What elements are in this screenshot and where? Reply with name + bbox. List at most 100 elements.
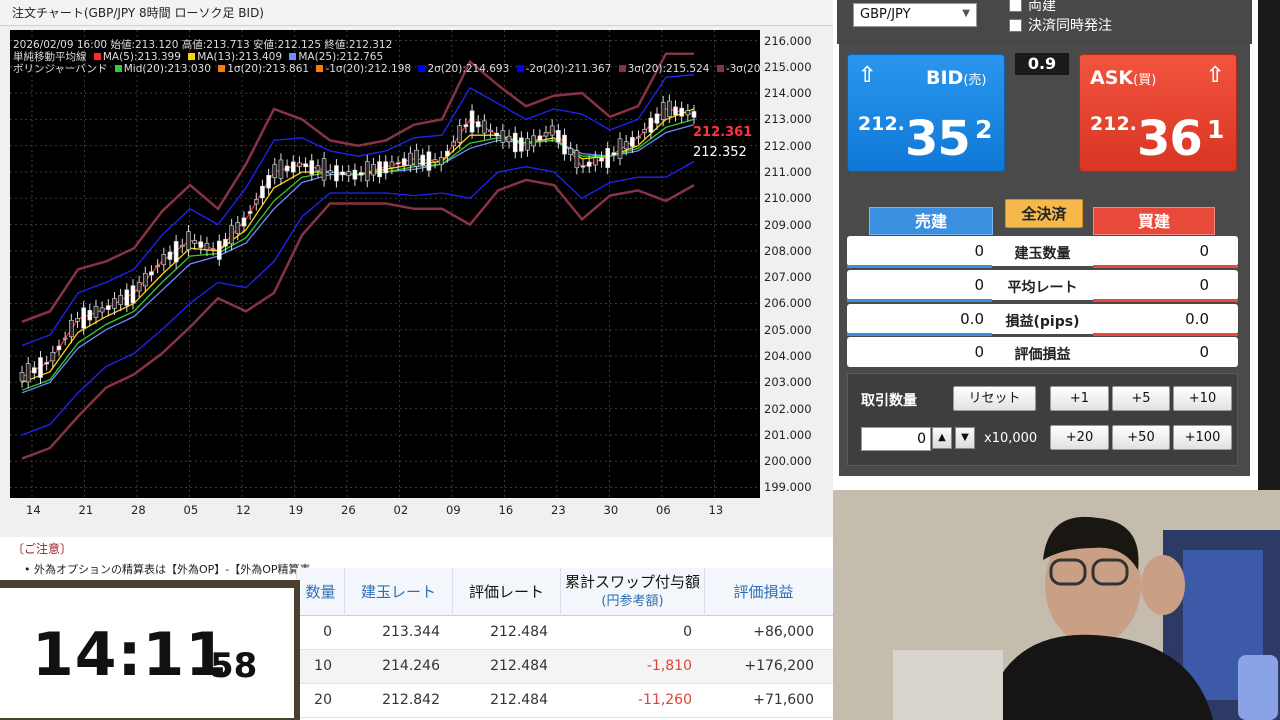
notice-text: 外為オプションの精算表は【外為OP】-【外為OP精算表 xyxy=(34,563,311,576)
col-pl[interactable]: 評価損益 xyxy=(704,568,822,616)
candle-body xyxy=(75,318,80,322)
plus5-button[interactable]: +5 xyxy=(1112,386,1170,411)
candle-body xyxy=(173,241,179,263)
stat-row-position-qty: 0 建玉数量 0 xyxy=(847,236,1238,268)
candle-body xyxy=(25,363,31,383)
buy-position-tab[interactable]: 買建 xyxy=(1093,207,1215,235)
candle-body xyxy=(549,125,555,136)
close-all-button[interactable]: 全決済 xyxy=(1005,199,1083,228)
simultaneous-order-checkbox[interactable]: 決済同時発注 xyxy=(1009,15,1112,35)
cell-eval-rate: 212.484 xyxy=(490,692,548,708)
plus100-button[interactable]: +100 xyxy=(1173,425,1232,450)
x-tick-label: 16 xyxy=(498,503,514,517)
candle-body xyxy=(327,170,333,174)
candle-body xyxy=(691,111,697,118)
candle-body xyxy=(315,165,321,172)
y-tick-label: 205.000 xyxy=(764,322,812,337)
buy-underline xyxy=(1093,299,1238,302)
col-qty[interactable]: 数量 xyxy=(296,568,344,616)
quantity-down-button[interactable]: ▼ xyxy=(955,427,975,449)
ask-buy-button[interactable]: ASK(買) ⇧ 212. 36 1 xyxy=(1079,54,1237,172)
candle-body xyxy=(475,121,481,128)
clock-seconds: 58 xyxy=(210,646,258,686)
y-tick-label: 212.000 xyxy=(764,138,812,153)
candle-body xyxy=(636,136,641,139)
plus1-button[interactable]: +1 xyxy=(1050,386,1109,411)
ask-price-fraction: 1 xyxy=(1207,115,1225,144)
quantity-up-button[interactable]: ▲ xyxy=(932,427,952,449)
candle-body xyxy=(389,161,395,168)
candle-body xyxy=(488,129,493,132)
stat-label: 平均レート xyxy=(1007,280,1078,296)
y-tick-label: 206.000 xyxy=(764,296,812,311)
cell-qty: 20 xyxy=(314,692,332,708)
bid-label-text: BID xyxy=(926,67,964,89)
bb-m3-swatch xyxy=(716,65,724,72)
chart-title: 注文チャート(GBP/JPY 8時間 ローソク足 BID) xyxy=(12,6,264,20)
candle-body xyxy=(198,241,204,248)
candle-body xyxy=(623,141,629,150)
sell-position-tab[interactable]: 売建 xyxy=(869,207,993,235)
ask-label-text: ASK xyxy=(1090,67,1134,89)
candle-body xyxy=(118,295,123,305)
candle-body xyxy=(290,161,296,173)
plus50-button[interactable]: +50 xyxy=(1112,425,1170,450)
candle-body xyxy=(44,362,49,365)
quantity-input[interactable]: 0 xyxy=(861,427,931,451)
col-open-rate[interactable]: 建玉レート xyxy=(344,568,452,616)
x-tick-label: 26 xyxy=(341,503,356,517)
cell-swap: 0 xyxy=(683,624,692,640)
currency-pair-select[interactable]: GBP/JPY ▼ xyxy=(853,3,977,27)
chevron-down-icon: ▼ xyxy=(962,8,970,19)
simultaneous-order-label: 決済同時発注 xyxy=(1028,18,1112,34)
candle-body xyxy=(32,367,37,374)
stat-buy-value: 0 xyxy=(1199,343,1209,361)
candle-body xyxy=(377,161,382,178)
candle-body xyxy=(408,152,413,166)
series-line--320 xyxy=(21,178,695,460)
col-eval-rate[interactable]: 評価レート xyxy=(452,568,560,616)
candle-body xyxy=(167,251,173,260)
x-tick-label: 12 xyxy=(236,503,251,517)
candle-body xyxy=(87,310,93,321)
candle-body xyxy=(679,107,684,117)
chart-plot-area[interactable]: 2026/02/09 16:00 始値:213.120 高値:213.713 安… xyxy=(10,30,788,498)
bb-p1-legend: 1σ(20):213.861 xyxy=(227,63,310,75)
ma5-swatch xyxy=(93,53,101,60)
bb-p2-legend: 2σ(20):214.693 xyxy=(427,63,510,75)
y-tick-label: 207.000 xyxy=(764,270,812,285)
plus10-button[interactable]: +10 xyxy=(1173,386,1232,411)
candle-body xyxy=(494,132,500,137)
series-line-320 xyxy=(21,52,694,323)
candle-body xyxy=(69,319,74,338)
candle-body xyxy=(253,199,259,205)
x-tick-label: 23 xyxy=(551,503,566,517)
candle-body xyxy=(506,135,512,143)
candle-body xyxy=(278,159,284,179)
sell-underline xyxy=(847,333,992,336)
candle-body xyxy=(685,110,691,116)
bid-sell-button[interactable]: ⇧ BID(売) 212. 35 2 xyxy=(847,54,1005,172)
candle-body xyxy=(352,169,358,180)
candle-body xyxy=(124,289,130,306)
buy-underline xyxy=(1093,333,1238,336)
hedge-checkbox[interactable]: 両建 xyxy=(1009,0,1056,15)
col-swap[interactable]: 累計スワップ付与額 (円参考額) xyxy=(560,568,704,616)
candle-body xyxy=(149,271,154,276)
plus20-button[interactable]: +20 xyxy=(1050,425,1109,450)
reset-button[interactable]: リセット xyxy=(953,386,1036,411)
candle-body xyxy=(179,245,185,248)
candle-body xyxy=(346,171,352,176)
x-tick-label: 05 xyxy=(183,503,199,517)
chart-svg xyxy=(10,30,760,498)
bb-p1-swatch xyxy=(218,65,226,72)
candle-body xyxy=(420,154,426,166)
candle-body xyxy=(50,352,56,362)
candle-body xyxy=(414,149,419,167)
candle-body xyxy=(580,165,586,168)
candle-body xyxy=(358,172,364,176)
sell-underline xyxy=(847,299,992,302)
candle-body xyxy=(340,171,345,175)
buy-underline xyxy=(1093,265,1238,268)
candle-body xyxy=(371,164,376,176)
